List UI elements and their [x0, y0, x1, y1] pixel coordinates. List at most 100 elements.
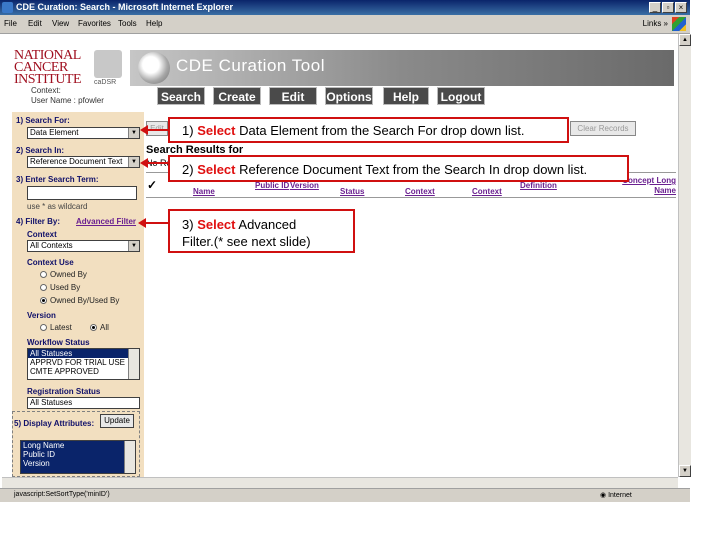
radio-used-by-label: Used By	[50, 283, 81, 292]
radio-dot-selected	[90, 324, 97, 331]
window-titlebar: CDE Curation: Search - Microsoft Interne…	[0, 0, 690, 15]
scroll-up-icon[interactable]: ▲	[679, 34, 691, 46]
horizontal-scrollbar[interactable]	[2, 477, 678, 488]
update-button[interactable]: Update	[100, 414, 134, 428]
callout-step-1: 1) Select Data Element from the Search F…	[168, 117, 569, 143]
callout-1-arrowhead	[140, 125, 148, 135]
callout-3-arrowhead	[138, 218, 146, 228]
callout-3-arrow	[146, 222, 170, 224]
search-in-select[interactable]: Reference Document Text ▼	[27, 156, 140, 168]
menu-tools[interactable]: Tools	[118, 19, 137, 28]
column-header-status[interactable]: Status	[340, 187, 364, 196]
column-header-context[interactable]: Context	[405, 187, 435, 196]
select-all-check-icon[interactable]: ✓	[147, 178, 157, 192]
context-value: All Contexts	[30, 241, 73, 250]
list-item[interactable]: All Statuses	[28, 349, 139, 358]
radio-dot	[40, 284, 47, 291]
menu-view[interactable]: View	[52, 19, 69, 28]
app-title: CDE Curation Tool	[176, 56, 325, 75]
nav-help-button[interactable]: Help	[383, 87, 429, 105]
callout-step-3: 3) Select Advanced Filter.(* see next sl…	[168, 209, 355, 253]
column-header-version[interactable]: Version	[290, 181, 319, 190]
context-select[interactable]: All Contexts ▼	[27, 240, 140, 252]
nav-create-button[interactable]: Create	[213, 87, 261, 105]
radio-used-by[interactable]: Used By	[40, 283, 80, 292]
context-filter-label: Context	[27, 230, 57, 239]
zone-label: Internet	[608, 492, 632, 499]
window-title: CDE Curation: Search - Microsoft Interne…	[16, 2, 234, 12]
list-item[interactable]: Version	[21, 459, 135, 468]
nav-options-button[interactable]: Options	[325, 87, 373, 105]
cde-swirl-icon	[138, 52, 170, 84]
column-header-public-id[interactable]: Public ID	[255, 181, 289, 190]
advanced-filter-link[interactable]: Advanced Filter	[76, 217, 136, 226]
nav-edit-button[interactable]: Edit	[269, 87, 317, 105]
column-header-name[interactable]: Name	[193, 187, 215, 196]
links-toolbar[interactable]: Links »	[643, 19, 668, 28]
menu-favorites[interactable]: Favorites	[78, 19, 111, 28]
version-label: Version	[27, 311, 56, 320]
menu-bar: File Edit View Favorites Tools Help Link…	[0, 15, 690, 34]
search-for-label: 1) Search For:	[16, 116, 70, 125]
close-button[interactable]: ×	[675, 2, 687, 13]
list-item[interactable]: Public ID	[21, 450, 135, 459]
context-use-label: Context Use	[27, 258, 74, 267]
list-scrollbar[interactable]	[124, 441, 135, 473]
wildcard-hint: use * as wildcard	[27, 202, 88, 211]
search-for-select[interactable]: Data Element ▼	[27, 127, 140, 139]
callout-3-text-2: Filter.(* see next slide)	[182, 234, 311, 249]
radio-owned-used-by-label: Owned By/Used By	[50, 296, 120, 305]
callout-2-number: 2)	[182, 162, 194, 177]
display-attributes-list[interactable]: Long Name Public ID Version	[20, 440, 136, 474]
globe-icon: ◉	[600, 492, 609, 499]
menu-edit[interactable]: Edit	[28, 19, 42, 28]
scroll-down-icon[interactable]: ▼	[679, 465, 691, 477]
workflow-status-label: Workflow Status	[27, 338, 90, 347]
search-for-value: Data Element	[30, 128, 79, 137]
windows-logo-icon	[672, 17, 686, 31]
radio-latest-label: Latest	[50, 323, 72, 332]
radio-owned-used-by[interactable]: Owned By/Used By	[40, 296, 119, 305]
callout-2-keyword: Select	[197, 162, 236, 177]
search-term-input[interactable]	[27, 186, 137, 200]
cadsr-logo-icon	[94, 50, 122, 78]
callout-1-number: 1)	[182, 123, 194, 138]
nav-search-button[interactable]: Search	[157, 87, 205, 105]
callout-1-keyword: Select	[197, 123, 236, 138]
callout-2-arrow	[148, 162, 170, 164]
callout-step-2: 2) Select Reference Document Text from t…	[168, 155, 629, 182]
list-item[interactable]: Long Name	[21, 441, 135, 450]
radio-dot-selected	[40, 297, 47, 304]
radio-owned-by[interactable]: Owned By	[40, 270, 87, 279]
callout-1-text: Data Element from the Search For drop do…	[239, 123, 525, 138]
chevron-down-icon: ▼	[128, 128, 139, 138]
radio-owned-by-label: Owned By	[50, 270, 87, 279]
registration-status-select[interactable]: All Statuses	[27, 397, 140, 409]
cadsr-label: caDSR	[94, 79, 117, 86]
list-scrollbar[interactable]	[128, 349, 139, 379]
column-header-definition[interactable]: Definition	[520, 181, 557, 190]
menu-help[interactable]: Help	[146, 19, 162, 28]
list-item[interactable]: CMTE APPROVED	[28, 367, 139, 376]
callout-2-arrowhead	[140, 158, 148, 168]
security-zone: ◉ Internet	[600, 491, 632, 499]
list-item[interactable]: APPRVD FOR TRIAL USE	[28, 358, 139, 367]
maximize-button[interactable]: ▫	[662, 2, 674, 13]
callout-3-keyword: Select	[197, 217, 236, 232]
workflow-status-list[interactable]: All Statuses APPRVD FOR TRIAL USE CMTE A…	[27, 348, 140, 380]
radio-all[interactable]: All	[90, 323, 109, 332]
nav-logout-button[interactable]: Logout	[437, 87, 485, 105]
filter-by-label: 4) Filter By:	[16, 217, 61, 226]
minimize-button[interactable]: _	[649, 2, 661, 13]
vertical-scrollbar[interactable]: ▲ ▼	[678, 34, 691, 477]
chevron-down-icon: ▼	[128, 241, 139, 251]
column-header-used-context[interactable]: Context	[472, 187, 502, 196]
clear-records-button[interactable]: Clear Records	[570, 121, 636, 136]
status-text: javascript:SetSortType('minID')	[14, 491, 110, 498]
user-name-label: User Name : pfowler	[31, 96, 104, 105]
callout-3-text: Advanced	[238, 217, 297, 232]
menu-file[interactable]: File	[4, 19, 17, 28]
radio-latest[interactable]: Latest	[40, 323, 72, 332]
radio-dot	[40, 271, 47, 278]
radio-all-label: All	[100, 323, 109, 332]
